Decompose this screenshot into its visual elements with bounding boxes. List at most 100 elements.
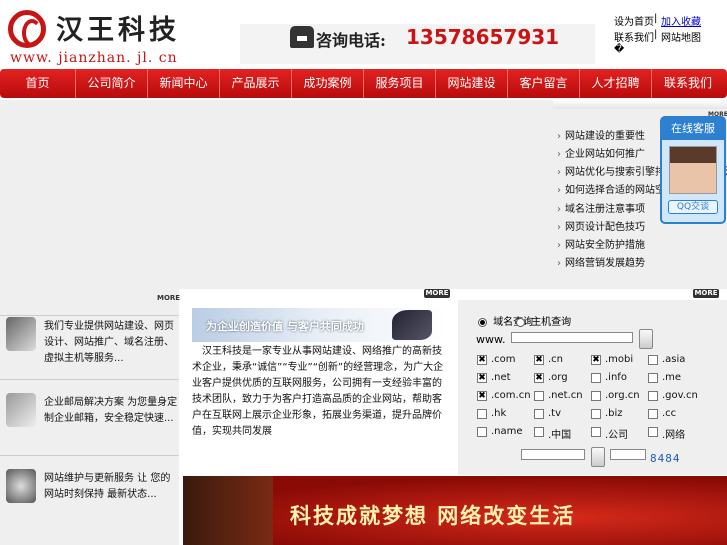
radio-button[interactable] (516, 317, 525, 327)
nav-item-home[interactable]: 首页 (0, 69, 76, 98)
tld-checkbox[interactable] (477, 409, 487, 419)
tld-label: .net (491, 372, 511, 383)
garbled-text: � (614, 44, 625, 55)
www-prefix: www. (476, 333, 506, 346)
tld-label: .me (662, 372, 682, 383)
tld-checkbox[interactable] (648, 427, 658, 437)
main-nav: 首页 公司简介 新闻中心 产品展示 成功案例 服务项目 网站建设 客户留言 人才… (0, 69, 727, 98)
code-input[interactable] (521, 449, 585, 460)
contact-us-link[interactable]: 联系我们 (614, 29, 654, 44)
tld-checkbox[interactable]: ✖ (477, 391, 487, 401)
add-favorite-link[interactable]: 加入收藏 (661, 13, 701, 28)
tld-label: .net.cn (548, 390, 583, 401)
domain-more-button[interactable]: MORE (693, 289, 719, 298)
nav-item-services[interactable]: 服务项目 (364, 69, 436, 98)
tld-checkbox[interactable]: ✖ (477, 373, 487, 383)
nav-item-contact[interactable]: 联系我们 (652, 69, 724, 98)
tld-checkbox[interactable] (648, 373, 658, 383)
tld-label: .asia (662, 354, 686, 365)
nav-item-news[interactable]: 新闻中心 (148, 69, 220, 98)
tld-checkbox[interactable] (648, 409, 658, 419)
tld-label: .name (491, 426, 523, 437)
phone-icon (290, 26, 314, 48)
news-item[interactable]: 网站安全防护措施 (557, 236, 645, 251)
left-list-item[interactable]: 我们专业提供网站建设、网页设计、网站推广、域名注册、虚拟主机等服务... (0, 305, 179, 380)
tld-label: .info (605, 372, 627, 383)
news-item[interactable]: 企业网站如何推广 (557, 145, 645, 160)
logo-url: www. jianzhan. jl. cn (10, 50, 178, 66)
tld-checkbox[interactable]: ✖ (534, 355, 544, 365)
tld-label: .org (548, 372, 568, 383)
email-icon (6, 393, 36, 427)
captcha-input[interactable] (610, 449, 646, 460)
tld-checkbox[interactable] (534, 391, 544, 401)
domain-search-button[interactable] (639, 329, 653, 349)
tld-checkbox[interactable] (591, 373, 601, 383)
divider: | (654, 13, 658, 24)
tld-checkbox[interactable]: ✖ (477, 355, 487, 365)
company-intro-text: 汉王科技是一家专业从事网站建设、网络推广的高新技术企业，秉承“诚信”“专业”“创… (192, 346, 444, 437)
tld-checkbox[interactable] (591, 391, 601, 401)
logo-title: 汉王科技 (56, 15, 180, 46)
tld-label: .网络 (662, 430, 686, 441)
news-item[interactable]: 网页设计配色技巧 (557, 218, 645, 233)
tld-checkbox[interactable] (648, 391, 658, 401)
left-more-link[interactable]: MORE (157, 294, 180, 302)
tld-checkbox[interactable] (591, 427, 601, 437)
coffee-icon (6, 469, 36, 503)
news-item[interactable]: 域名注册注意事项 (557, 200, 645, 215)
tld-checkbox[interactable] (534, 409, 544, 419)
center-more-button[interactable]: MORE (424, 289, 450, 298)
nav-item-cases[interactable]: 成功案例 (292, 69, 364, 98)
tld-label: .tv (548, 408, 562, 419)
phone-label: 咨询电话: (316, 31, 386, 50)
bronze-vessel-image (183, 476, 273, 545)
nav-item-products[interactable]: 产品展示 (220, 69, 292, 98)
news-item[interactable]: 网络营销发展趋势 (557, 254, 645, 269)
tld-checkbox[interactable]: ✖ (591, 355, 601, 365)
nav-item-about[interactable]: 公司简介 (76, 69, 148, 98)
tld-label: .公司 (605, 430, 629, 441)
tld-label: .cn (548, 354, 564, 365)
customer-service-avatar (669, 146, 717, 194)
submit-button[interactable] (591, 447, 605, 467)
news-item[interactable]: 网站建设的重要性 (557, 127, 645, 142)
qq-chat-button[interactable]: QQ交谈 (668, 200, 718, 214)
captcha-code: 8484 (650, 452, 681, 465)
nav-item-webdesign[interactable]: 网站建设 (436, 69, 508, 98)
tld-label: .gov.cn (662, 390, 698, 401)
left-item-text: 我们专业提供网站建设、网页设计、网站推广、域名注册、虚拟主机等服务... (44, 321, 174, 364)
jumping-man-image (392, 310, 432, 340)
tld-label: .org.cn (605, 390, 640, 401)
tld-checkbox[interactable] (534, 427, 544, 437)
computer-icon (6, 317, 36, 351)
radio-host[interactable]: 主机查询 (516, 313, 571, 328)
left-list-item[interactable]: 网站维护与更新服务 让 您的网站时刻保持 最新状态... (0, 457, 179, 532)
domain-input[interactable] (511, 332, 633, 343)
tld-label: .中国 (548, 430, 572, 441)
tld-checkbox[interactable] (591, 409, 601, 419)
news-item[interactable]: 如何选择合适的网站空间 (557, 181, 675, 196)
sitemap-link[interactable]: 网站地图 (661, 29, 701, 44)
bottom-slogan: 科技成就梦想 网络改变生活 (290, 503, 576, 528)
left-item-text: 企业邮局解决方案 为您量身定制企业邮箱，安全稳定快速... (44, 397, 178, 424)
left-item-text: 网站维护与更新服务 让 您的网站时刻保持 最新状态... (44, 473, 171, 500)
radio-button[interactable] (478, 317, 487, 327)
tld-label: .hk (491, 408, 507, 419)
tld-checkbox[interactable]: ✖ (534, 373, 544, 383)
left-list-item[interactable]: 企业邮局解决方案 为您量身定制企业邮箱，安全稳定快速... (0, 381, 179, 456)
center-banner-text: 为企业创造价值 与客户共同成功 (206, 320, 364, 333)
divider: | (654, 29, 658, 40)
tld-label: .cc (662, 408, 677, 419)
banner-placeholder (0, 100, 553, 289)
tld-checkbox[interactable] (648, 355, 658, 365)
tld-checkbox[interactable] (477, 427, 487, 437)
radio-label: 主机查询 (531, 317, 572, 328)
nav-item-guestbook[interactable]: 客户留言 (508, 69, 580, 98)
online-service-panel: 在线客服 QQ交谈 (660, 116, 726, 224)
set-homepage-link[interactable]: 设为首页 (614, 13, 654, 28)
nav-item-jobs[interactable]: 人才招聘 (580, 69, 652, 98)
tld-label: .biz (605, 408, 623, 419)
tld-label: .com (491, 354, 516, 365)
tld-label: .com.cn (491, 390, 531, 401)
